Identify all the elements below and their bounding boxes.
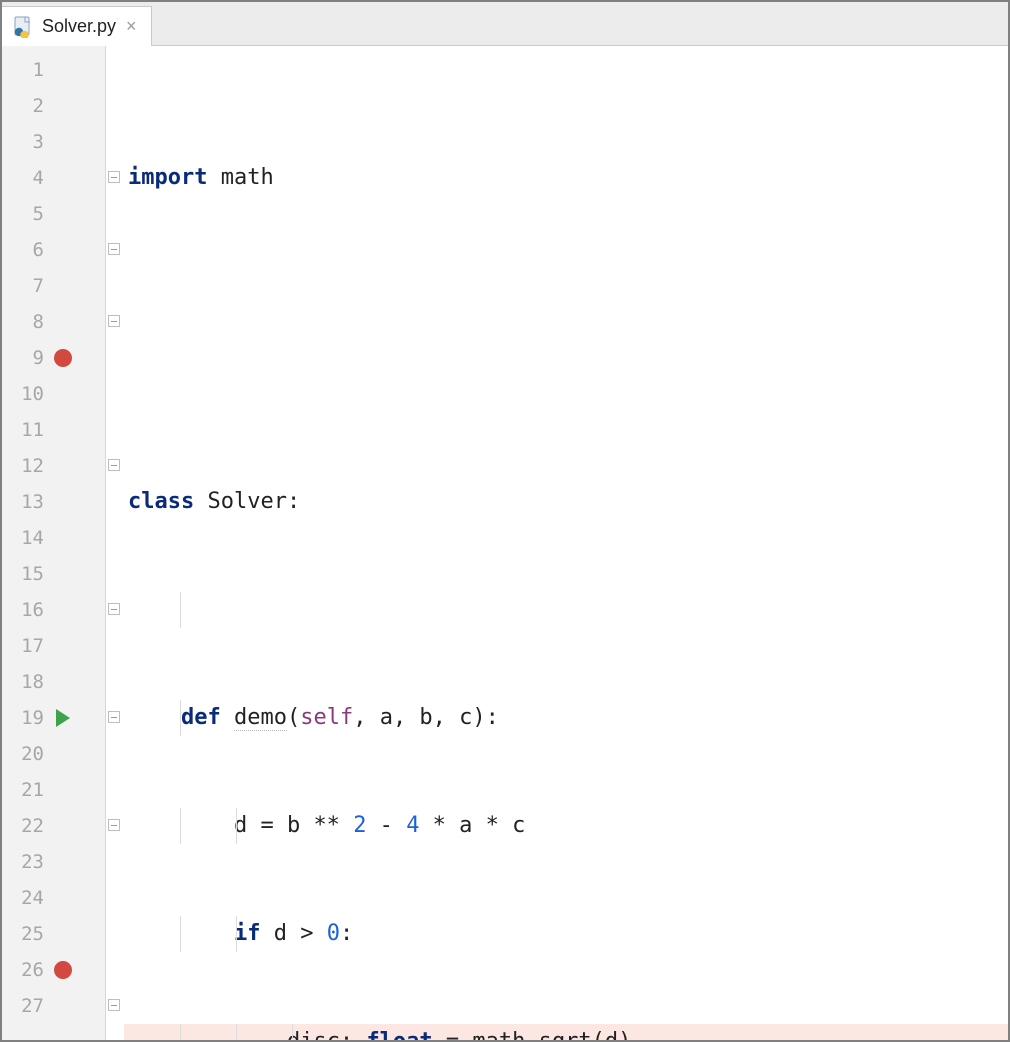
line-number: 21 <box>2 779 50 801</box>
line-number: 7 <box>2 275 50 297</box>
line-number: 9 <box>2 347 50 369</box>
run-marker-icon[interactable] <box>56 709 70 727</box>
code-line[interactable]: disc: float = math.sqrt(d) <box>124 1024 1008 1040</box>
fold-toggle-icon[interactable] <box>108 999 120 1011</box>
line-number: 16 <box>2 599 50 621</box>
line-number: 2 <box>2 95 50 117</box>
line-number: 8 <box>2 311 50 333</box>
code-line[interactable] <box>124 376 1008 412</box>
fold-toggle-icon[interactable] <box>108 243 120 255</box>
code-line[interactable]: d = b ** 2 - 4 * a * c <box>124 808 1008 844</box>
code-line[interactable]: def demo(self, a, b, c): <box>124 700 1008 736</box>
tab-bar: Solver.py × <box>2 2 1008 46</box>
editor-window: Solver.py × 1 2 3 4 5 6 7 8 9 10 11 12 1… <box>0 0 1010 1042</box>
fold-toggle-icon[interactable] <box>108 171 120 183</box>
code-line[interactable]: if d > 0: <box>124 916 1008 952</box>
line-number: 3 <box>2 131 50 153</box>
line-number: 15 <box>2 563 50 585</box>
line-number: 10 <box>2 383 50 405</box>
line-number: 23 <box>2 851 50 873</box>
line-number: 19 <box>2 707 50 729</box>
gutter[interactable]: 1 2 3 4 5 6 7 8 9 10 11 12 13 14 15 16 1… <box>2 46 106 1040</box>
code-area[interactable]: import math class Solver: def demo(self,… <box>124 46 1008 1040</box>
fold-strip <box>106 46 124 1040</box>
line-number: 14 <box>2 527 50 549</box>
line-number: 25 <box>2 923 50 945</box>
breakpoint-icon[interactable] <box>54 961 72 979</box>
line-number: 17 <box>2 635 50 657</box>
fold-toggle-icon[interactable] <box>108 459 120 471</box>
line-number: 18 <box>2 671 50 693</box>
line-number: 12 <box>2 455 50 477</box>
code-editor[interactable]: 1 2 3 4 5 6 7 8 9 10 11 12 13 14 15 16 1… <box>2 46 1008 1040</box>
line-number: 20 <box>2 743 50 765</box>
line-number: 6 <box>2 239 50 261</box>
line-number: 26 <box>2 959 50 981</box>
line-number: 22 <box>2 815 50 837</box>
line-number: 27 <box>2 995 50 1017</box>
close-tab-icon[interactable]: × <box>124 16 139 37</box>
line-number: 5 <box>2 203 50 225</box>
python-file-icon <box>12 16 34 38</box>
code-line[interactable] <box>124 592 1008 628</box>
fold-toggle-icon[interactable] <box>108 819 120 831</box>
line-number: 13 <box>2 491 50 513</box>
code-line[interactable] <box>124 268 1008 304</box>
line-number: 4 <box>2 167 50 189</box>
tab-label: Solver.py <box>42 16 116 37</box>
fold-toggle-icon[interactable] <box>108 315 120 327</box>
line-number: 11 <box>2 419 50 441</box>
tab-solver[interactable]: Solver.py × <box>2 6 152 46</box>
fold-toggle-icon[interactable] <box>108 603 120 615</box>
breakpoint-icon[interactable] <box>54 349 72 367</box>
code-line[interactable]: class Solver: <box>124 484 1008 520</box>
code-line[interactable]: import math <box>124 160 1008 196</box>
fold-toggle-icon[interactable] <box>108 711 120 723</box>
line-number: 24 <box>2 887 50 909</box>
line-number: 1 <box>2 59 50 81</box>
